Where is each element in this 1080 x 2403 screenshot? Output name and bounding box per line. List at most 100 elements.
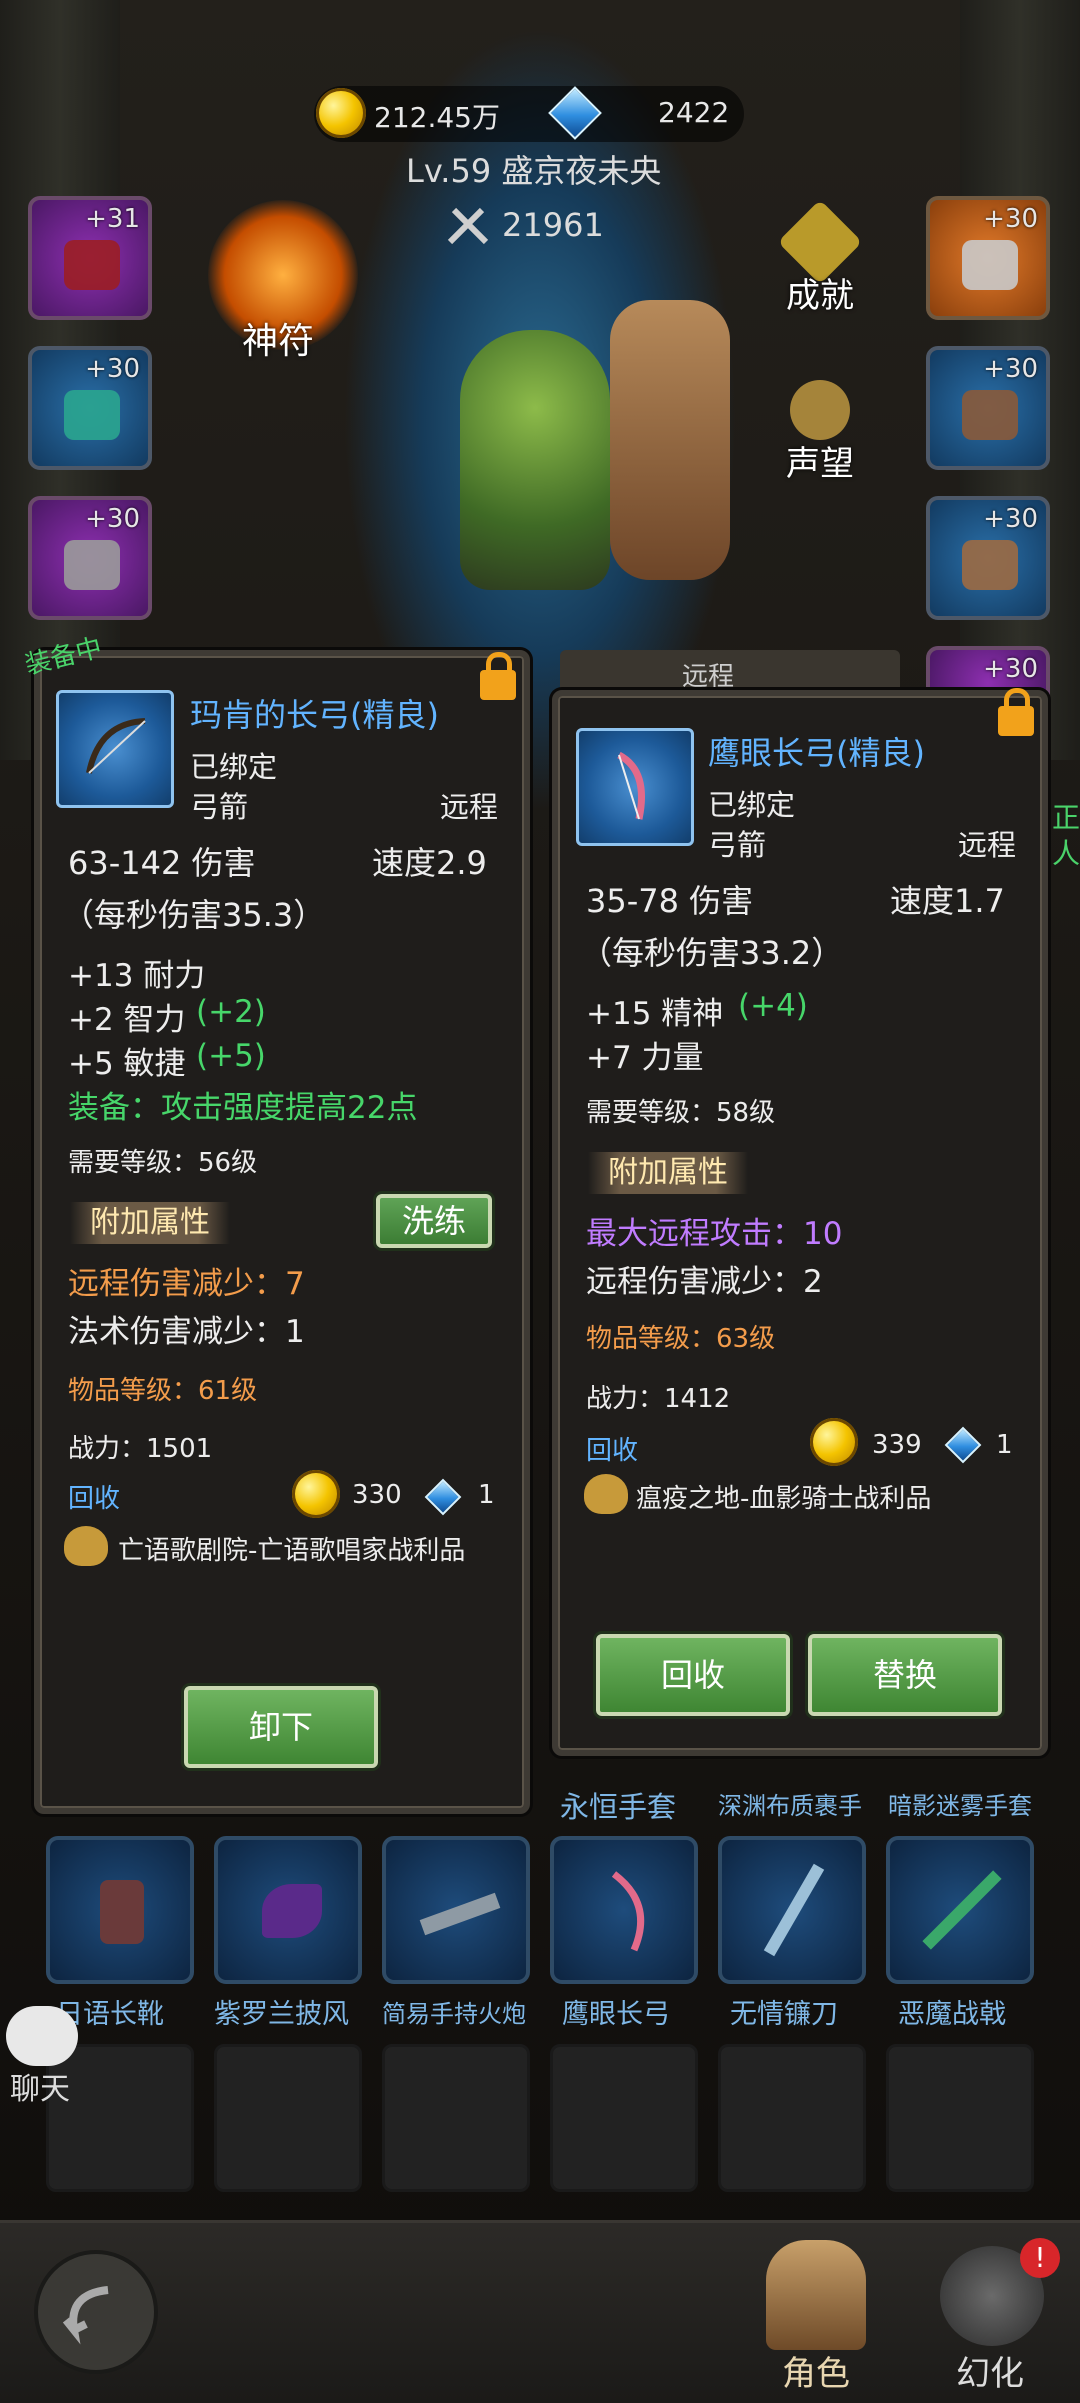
- notification-badge: !: [1020, 2238, 1060, 2278]
- lock-icon[interactable]: [998, 688, 1034, 736]
- equip-slot-boots[interactable]: +30: [926, 496, 1050, 620]
- lock-icon[interactable]: [480, 652, 516, 700]
- gold-coin-icon: [316, 88, 366, 138]
- reputation-icon[interactable]: [790, 380, 850, 440]
- legs-icon: [962, 390, 1018, 440]
- back-arrow-icon: [62, 2286, 109, 2345]
- enhance-level: +30: [983, 504, 1038, 534]
- gold-amount: 212.45万: [374, 101, 500, 134]
- equipped-bound: 已绑定: [190, 750, 278, 784]
- achievement-label[interactable]: 成就: [786, 268, 854, 317]
- enhance-level: +30: [983, 354, 1038, 384]
- power-swords-icon: [447, 207, 489, 245]
- gold-coin-icon: [292, 1470, 340, 1518]
- equipped-damage: 63-142 伤害: [68, 844, 256, 882]
- compare-recycle-label: 回收: [586, 1436, 639, 1466]
- sword-icon: [763, 1863, 825, 1957]
- chest-armor-icon: [962, 240, 1018, 290]
- back-button[interactable]: [34, 2250, 158, 2374]
- equipped-item-level: 物品等级：61级: [68, 1376, 258, 1406]
- compare-extra-attr: 远程伤害减少：2: [586, 1264, 823, 1300]
- equipped-slot: 远程: [440, 790, 499, 824]
- rune-label: 神符: [242, 321, 315, 362]
- equipped-recycle-gold: 330: [352, 1480, 402, 1510]
- compare-source: 瘟疫之地-血影骑士战利品: [636, 1484, 932, 1514]
- transform-tab-label[interactable]: 幻化: [956, 2346, 1024, 2395]
- equipped-stat: +13 耐力: [68, 958, 206, 994]
- chat-label[interactable]: 聊天: [10, 2064, 70, 2108]
- cloak-icon: [262, 1884, 322, 1938]
- compare-speed: 速度1.7: [890, 882, 1005, 920]
- reputation-label: 声望: [786, 444, 854, 484]
- compare-extra-title: 附加属性: [588, 1152, 748, 1194]
- equipped-recycle-label: 回收: [68, 1484, 121, 1514]
- compare-power: 战力：1412: [586, 1384, 731, 1414]
- empty-slot[interactable]: [886, 2044, 1034, 2192]
- side-peek-text: 正 人: [1052, 801, 1080, 870]
- inventory-item-label: 紫罗兰披风: [214, 1999, 349, 2030]
- enhance-level: +31: [85, 204, 140, 234]
- equipped-dps: （每秒伤害35.3）: [62, 896, 326, 934]
- character-avatar[interactable]: [460, 330, 610, 590]
- inventory-item[interactable]: [718, 1836, 866, 1984]
- equipped-extra-attr: 远程伤害减少：7: [68, 1266, 305, 1302]
- equipped-stat: +5 敏捷: [68, 1046, 186, 1082]
- recycle-button[interactable]: 回收: [596, 1634, 790, 1716]
- empty-slot[interactable]: [214, 2044, 362, 2192]
- chat-bubble-icon[interactable]: [6, 2006, 78, 2066]
- reforge-button[interactable]: 洗练: [376, 1194, 492, 1248]
- role-helmet-icon[interactable]: [766, 2240, 866, 2350]
- compare-tab[interactable]: 远程: [682, 656, 734, 693]
- equipped-type: 弓箭: [190, 790, 249, 824]
- equip-slot-head[interactable]: +31: [28, 196, 152, 320]
- equip-slot-chest[interactable]: +30: [926, 196, 1050, 320]
- enhance-level: +30: [983, 654, 1038, 684]
- inventory-top-label[interactable]: 深渊布质裹手: [718, 1786, 862, 1821]
- inventory-top-label[interactable]: 永恒手套: [560, 1784, 676, 1826]
- player-level-name: Lv.59 盛京夜未央: [406, 152, 662, 190]
- compare-recycle-gold: 339: [872, 1430, 922, 1460]
- boots-icon: [962, 540, 1018, 590]
- equipped-item-thumbnail: [56, 690, 174, 808]
- inventory-top-label[interactable]: 暗影迷雾手套: [888, 1786, 1032, 1821]
- equipped-extra-title: 附加属性: [70, 1202, 230, 1244]
- inventory-item[interactable]: [46, 1836, 194, 1984]
- bottom-navbar: [0, 2220, 1080, 2403]
- inventory-item[interactable]: [382, 1836, 530, 1984]
- equipped-recycle-gem: 1: [478, 1480, 495, 1510]
- compare-dps: （每秒伤害33.2）: [580, 934, 844, 972]
- compare-item-name: 鹰眼长弓(精良): [708, 734, 925, 772]
- inventory-item-label: 鹰眼长弓: [562, 1999, 670, 2030]
- equip-slot-shoulder[interactable]: +30: [28, 496, 152, 620]
- empty-slot[interactable]: [382, 2044, 530, 2192]
- compare-damage: 35-78 伤害: [586, 882, 754, 920]
- gem-amount: 2422: [658, 96, 730, 129]
- equipped-stat-bonus: (+2): [196, 994, 266, 1030]
- enhance-level: +30: [85, 354, 140, 384]
- unequip-button[interactable]: 卸下: [184, 1686, 378, 1768]
- bow-icon: [617, 751, 645, 820]
- inventory-item[interactable]: [886, 1836, 1034, 1984]
- compare-req-level: 需要等级：58级: [586, 1098, 776, 1128]
- compare-type: 弓箭: [708, 828, 767, 862]
- replace-button[interactable]: 替换: [808, 1634, 1002, 1716]
- equipped-effect: 装备：攻击强度提高22点: [68, 1090, 418, 1126]
- equipped-req-level: 需要等级：56级: [68, 1148, 258, 1178]
- empty-slot[interactable]: [718, 2044, 866, 2192]
- compare-bound: 已绑定: [708, 788, 796, 822]
- gold-coin-icon: [810, 1418, 858, 1466]
- inventory-item[interactable]: [214, 1836, 362, 1984]
- compare-extra-attr: 最大远程攻击：10: [586, 1216, 843, 1252]
- equipped-stat: +2 智力: [68, 1002, 186, 1038]
- player-power: 21961: [502, 206, 604, 244]
- inventory-item[interactable]: [550, 1836, 698, 1984]
- compare-stat-bonus: (+4): [738, 988, 808, 1024]
- bow-icon: [611, 1871, 645, 1952]
- equipped-speed: 速度2.9: [372, 844, 487, 882]
- equip-slot-neck[interactable]: +30: [28, 346, 152, 470]
- role-tab-label[interactable]: 角色: [782, 2346, 850, 2395]
- equip-slot-legs[interactable]: +30: [926, 346, 1050, 470]
- elk-mount: [610, 300, 730, 580]
- empty-slot[interactable]: [550, 2044, 698, 2192]
- enhance-level: +30: [983, 204, 1038, 234]
